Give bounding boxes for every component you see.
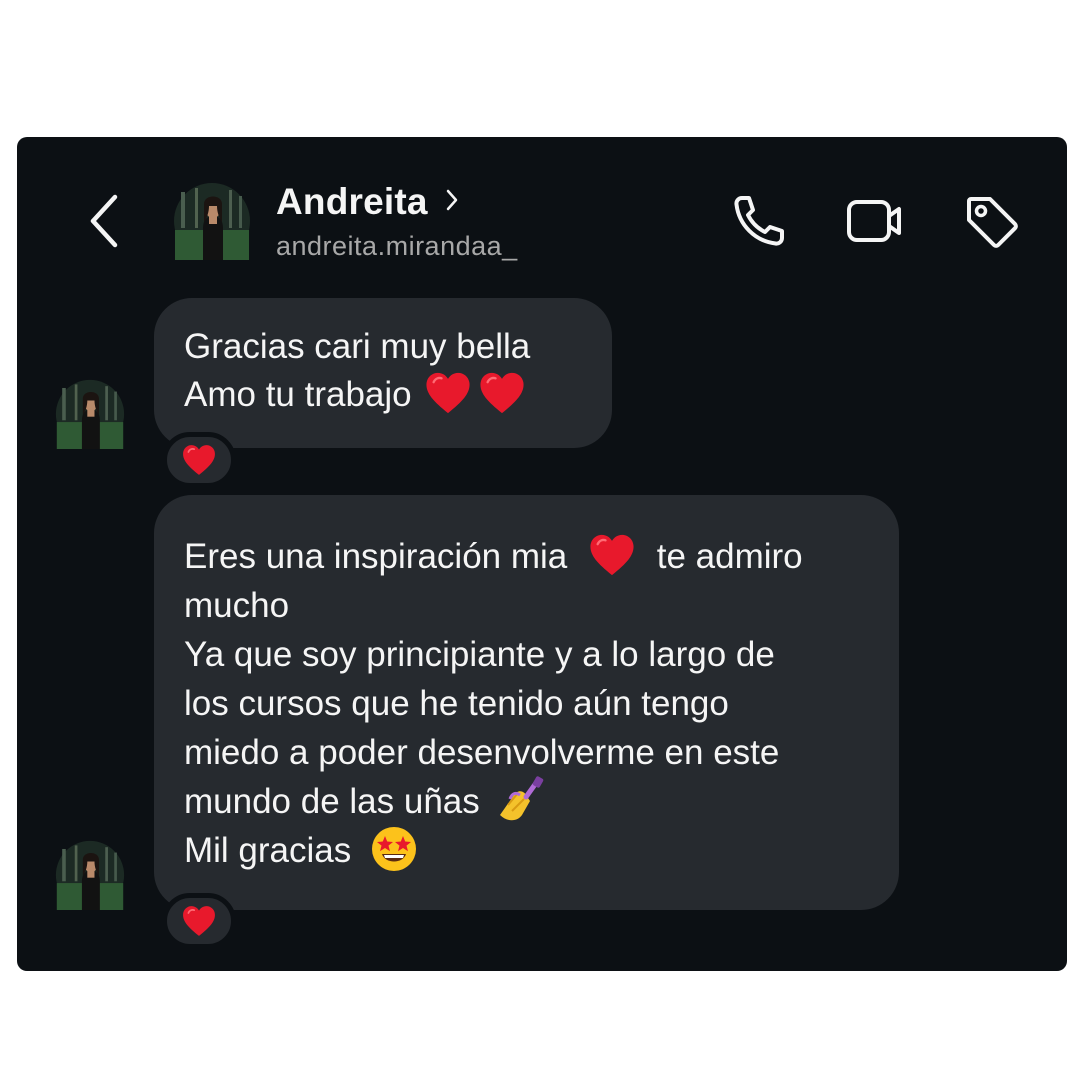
chat-header: Andreita andreita.mirandaa_: [17, 137, 1067, 287]
contact-name: Andreita: [276, 181, 428, 222]
tag-icon: [967, 197, 1018, 248]
voice-call-button[interactable]: [727, 189, 791, 253]
sender-avatar[interactable]: [55, 379, 125, 449]
message-text: los cursos que he tenido aún tengo: [184, 684, 729, 723]
message-bubble[interactable]: Eres una inspiración mia te admiro mucho…: [154, 495, 899, 910]
message-bubble[interactable]: Gracias cari muy bella Amo tu trabajo: [154, 298, 612, 448]
back-button[interactable]: [83, 189, 123, 253]
message-text-line: Amo tu trabajo: [184, 371, 586, 419]
message-text: Gracias cari muy bella: [184, 327, 531, 366]
message-text-line: Mil gracias: [184, 826, 873, 875]
contact-avatar[interactable]: [173, 182, 251, 260]
nail-polish-emoji-icon: [499, 776, 543, 821]
message-text: Eres una inspiración mia: [184, 537, 568, 576]
message-text-line: mundo de las uñas: [184, 776, 873, 826]
red-heart-emoji-icon: [479, 371, 525, 415]
message-reaction[interactable]: [162, 893, 236, 949]
message-text: mucho: [184, 586, 290, 625]
contact-username: andreita.mirandaa_: [276, 231, 518, 261]
message-text: Amo tu trabajo: [184, 375, 412, 414]
tag-button[interactable]: [959, 189, 1023, 253]
message-reaction[interactable]: [162, 432, 236, 488]
sender-avatar[interactable]: [55, 840, 125, 910]
red-heart-icon: [182, 905, 216, 937]
phone-icon: [734, 196, 784, 246]
video-call-button[interactable]: [843, 189, 907, 253]
back-chevron-icon: [90, 194, 118, 248]
star-struck-emoji-icon: [372, 826, 416, 871]
red-heart-emoji-icon: [425, 371, 471, 415]
chevron-right-icon: [446, 189, 457, 211]
chat-window: Andreita andreita.mirandaa_ Gracias cari…: [17, 137, 1067, 971]
message-text: te admiro: [656, 537, 803, 576]
message-text-line: Eres una inspiración mia te admiro: [184, 532, 873, 581]
red-heart-emoji-icon: [589, 533, 635, 577]
message-text: mundo de las uñas: [184, 782, 480, 821]
red-heart-icon: [182, 444, 216, 476]
message-text: Mil gracias: [184, 831, 352, 870]
video-camera-icon: [847, 200, 901, 242]
message-text: Ya que soy principiante y a lo largo de: [184, 635, 775, 674]
contact-name-link[interactable]: Andreita: [276, 181, 462, 223]
message-text: miedo a poder desenvolverme en este: [184, 733, 780, 772]
